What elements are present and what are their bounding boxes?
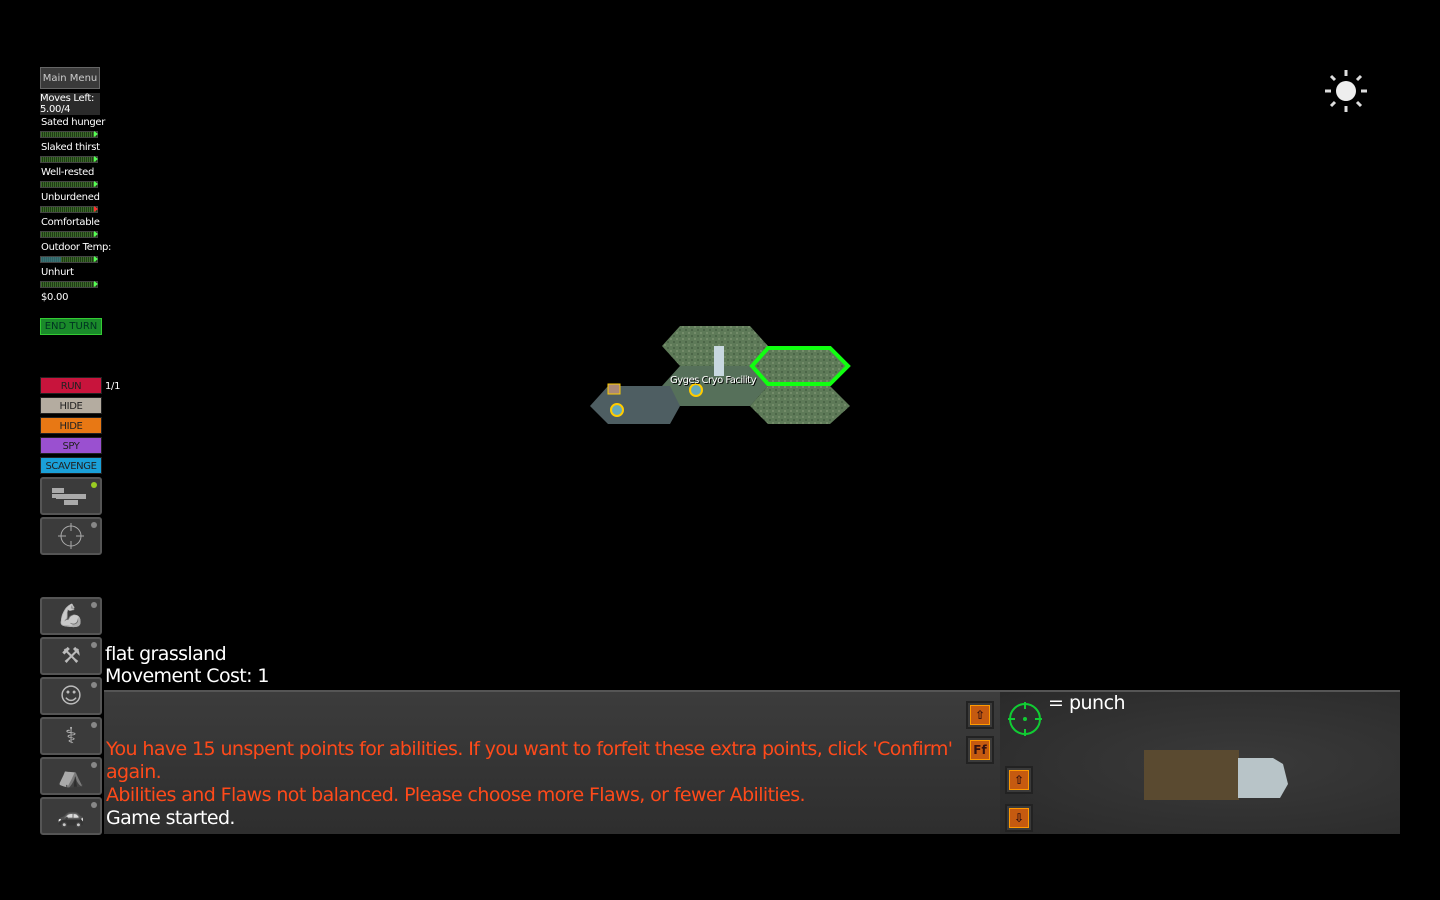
stat-label: Comfortable bbox=[41, 217, 100, 228]
car-icon: 🚗 bbox=[57, 803, 85, 829]
status-led bbox=[91, 722, 97, 728]
stat-label: Well-rested bbox=[41, 167, 94, 178]
map-toggle-button[interactable] bbox=[40, 477, 102, 515]
arrow-down-icon: ⇩ bbox=[1009, 808, 1029, 828]
strength-icon: 💪 bbox=[57, 603, 85, 629]
hex-tile[interactable] bbox=[750, 386, 850, 424]
status-led bbox=[91, 522, 97, 528]
end-turn-button[interactable]: END TURN bbox=[40, 318, 102, 335]
stat-bar bbox=[40, 231, 98, 238]
arrow-up-icon: ⇧ bbox=[1009, 770, 1029, 790]
stat-bar bbox=[40, 156, 98, 163]
skill-button[interactable]: ⚕ bbox=[40, 717, 102, 755]
action-hide-tracks-button[interactable]: HIDE TRACKS bbox=[40, 417, 102, 449]
log-message: Abilities and Flaws not balanced. Please… bbox=[106, 784, 806, 806]
stat-bar bbox=[40, 131, 98, 138]
terrain-name: flat grassland bbox=[105, 643, 227, 665]
skill-button[interactable]: ⛺ bbox=[40, 757, 102, 795]
location-label: Gyges Cryo Facility bbox=[670, 375, 757, 386]
stat-label: Unhurt bbox=[41, 267, 74, 278]
stat-label: Unburdened bbox=[41, 192, 100, 203]
moves-label: Moves Left: bbox=[40, 93, 95, 104]
stat-label: Outdoor Temp: bbox=[41, 242, 112, 253]
action-hide-button[interactable]: HIDE bbox=[40, 397, 102, 414]
medical-icon: ⚕ bbox=[65, 723, 77, 749]
target-toggle-button[interactable] bbox=[40, 517, 102, 555]
person-icon: ☺ bbox=[59, 683, 83, 709]
stat-bar bbox=[40, 256, 98, 263]
crosshair-icon bbox=[58, 523, 84, 549]
stat-label: Slaked thirst bbox=[41, 142, 100, 153]
tools-icon: ⚒ bbox=[61, 643, 81, 669]
attack-label: = punch bbox=[1048, 692, 1126, 714]
crosshair-icon[interactable] bbox=[1007, 701, 1043, 737]
main-menu-button[interactable]: Main Menu bbox=[40, 67, 100, 89]
action-spy-button[interactable]: SPY bbox=[40, 437, 102, 454]
log-scroll-up-button[interactable]: ⇧ bbox=[966, 701, 994, 729]
action-scavenge-button[interactable]: SCAVENGE bbox=[40, 457, 102, 474]
hex-tile[interactable] bbox=[590, 386, 680, 424]
moves-left: Moves Left: 5.00/4 bbox=[40, 93, 100, 115]
status-led bbox=[91, 762, 97, 768]
stat-label: Sated hunger bbox=[41, 117, 106, 128]
skill-button[interactable]: ⚒ bbox=[40, 637, 102, 675]
action-run-button[interactable]: RUN bbox=[40, 377, 102, 394]
stat-bar bbox=[40, 206, 98, 213]
skill-button[interactable]: 💪 bbox=[40, 597, 102, 635]
hex-map-icon bbox=[52, 488, 86, 505]
status-led bbox=[91, 802, 97, 808]
search-marker-icon[interactable] bbox=[610, 403, 624, 417]
font-icon: Ff bbox=[970, 740, 990, 760]
arrow-up-icon: ⇧ bbox=[970, 705, 990, 725]
crate-icon[interactable] bbox=[607, 383, 621, 395]
log-message: Game started. bbox=[106, 807, 235, 829]
character-icon[interactable] bbox=[714, 346, 724, 376]
status-led bbox=[91, 482, 97, 488]
tent-icon: ⛺ bbox=[57, 763, 85, 789]
attack-next-button[interactable]: ⇩ bbox=[1005, 804, 1033, 832]
font-size-button[interactable]: Ff bbox=[966, 736, 994, 764]
moves-value: 5.00/4 bbox=[40, 104, 71, 115]
log-message: You have 15 unspent points for abilities… bbox=[106, 738, 953, 783]
sun-icon[interactable] bbox=[1322, 68, 1370, 116]
skill-button[interactable]: 🚗 bbox=[40, 797, 102, 835]
status-led bbox=[91, 682, 97, 688]
stat-bar bbox=[40, 281, 98, 288]
movement-cost: Movement Cost: 1 bbox=[105, 665, 269, 687]
status-led bbox=[91, 602, 97, 608]
fist-icon bbox=[1144, 750, 1288, 800]
skill-button[interactable]: ☺ bbox=[40, 677, 102, 715]
message-log: You have 15 unspent points for abilities… bbox=[104, 690, 1000, 834]
stat-bar bbox=[40, 181, 98, 188]
attack-prev-button[interactable]: ⇧ bbox=[1005, 766, 1033, 794]
status-led bbox=[91, 642, 97, 648]
money: $0.00 bbox=[41, 292, 69, 303]
run-count: 1/1 bbox=[105, 381, 121, 392]
